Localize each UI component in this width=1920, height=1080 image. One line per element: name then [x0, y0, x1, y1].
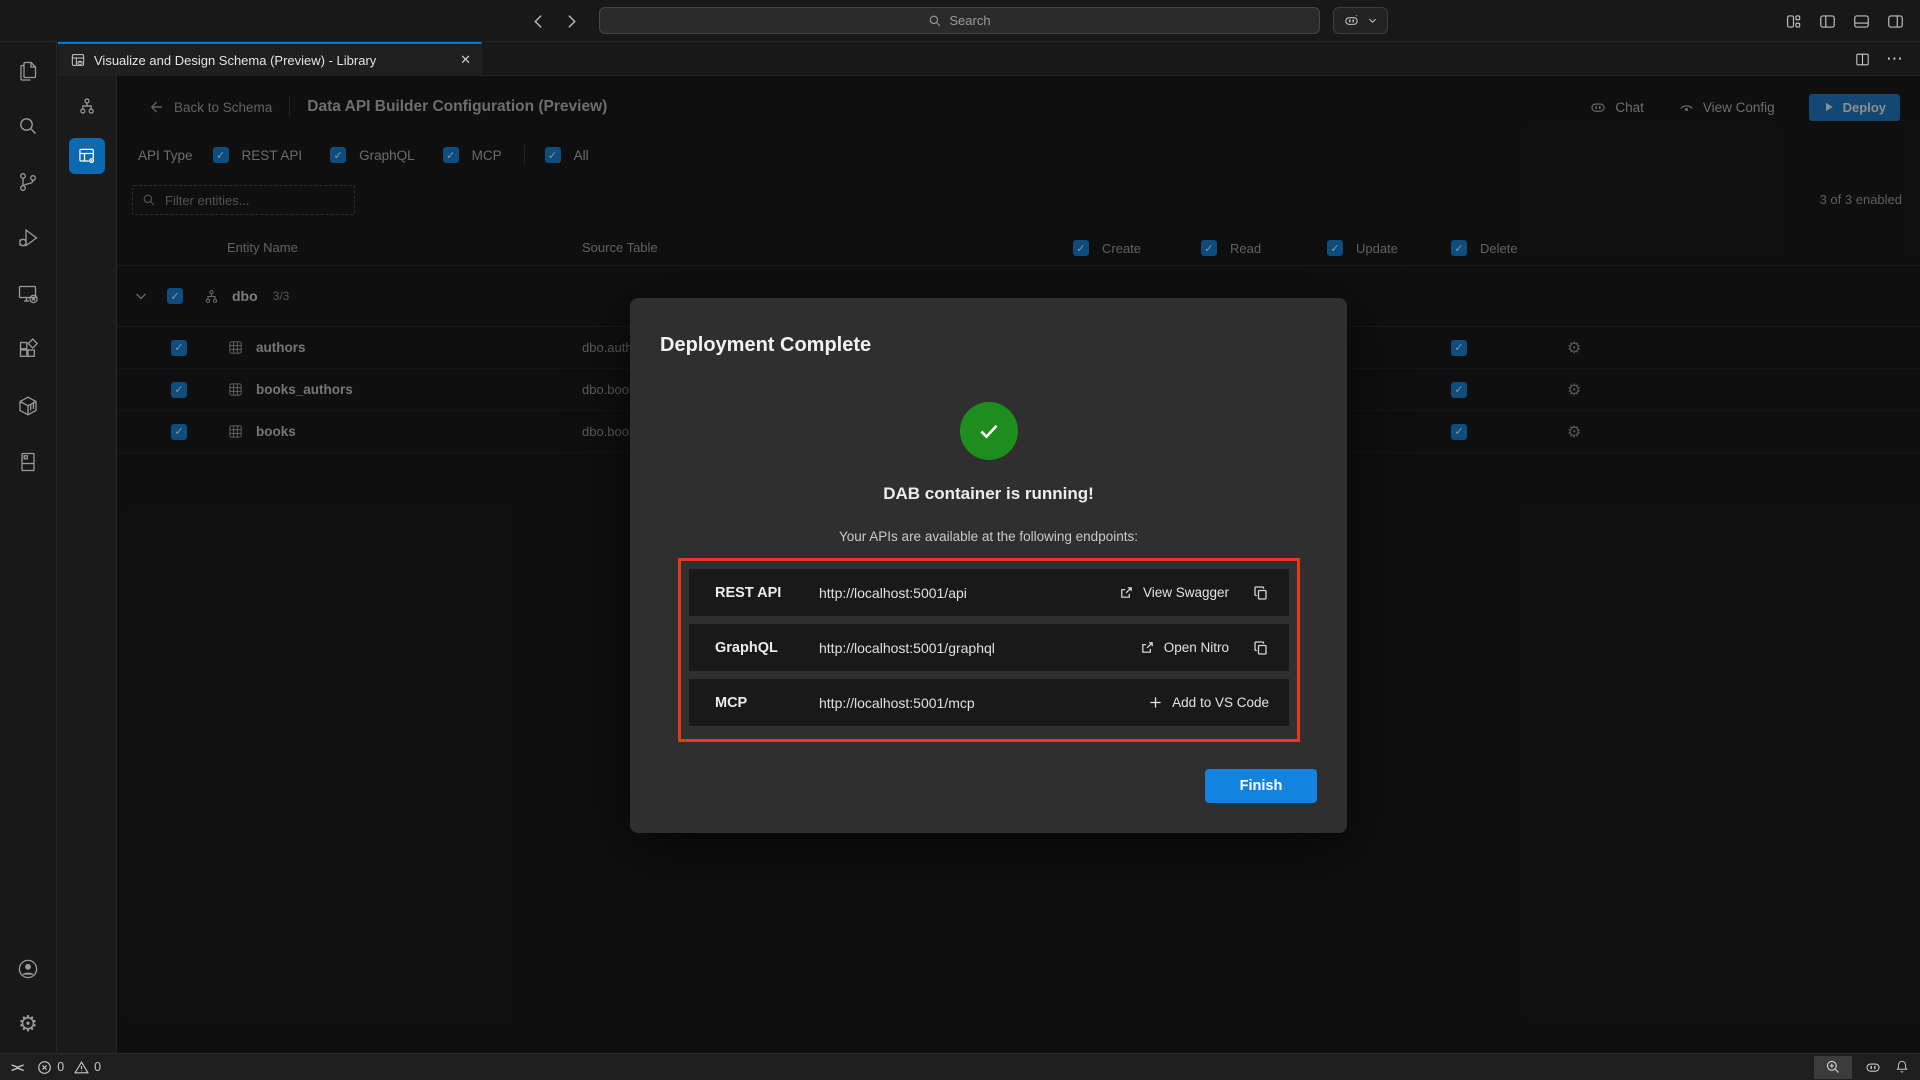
copy-icon[interactable]	[1253, 640, 1269, 656]
error-count: 0	[57, 1060, 64, 1074]
zoom-status-item[interactable]	[1814, 1056, 1852, 1079]
external-link-icon	[1140, 640, 1155, 655]
status-bar-left: >< 0 0	[0, 1060, 101, 1075]
toggle-secondary-sidebar-icon[interactable]	[1886, 12, 1905, 31]
search-view-icon[interactable]	[0, 98, 57, 154]
copilot-icon	[1343, 12, 1360, 29]
history-nav	[530, 0, 580, 42]
endpoint-label: GraphQL	[715, 640, 819, 656]
schema-designer-tab-icon	[70, 52, 86, 68]
editor-tab-bar: Visualize and Design Schema (Preview) - …	[57, 42, 1920, 76]
copy-icon[interactable]	[1253, 585, 1269, 601]
explorer-icon[interactable]	[0, 42, 57, 98]
endpoint-action-label: Open Nitro	[1164, 640, 1229, 655]
activity-bar: ⚙	[0, 42, 57, 1053]
tab-close-icon[interactable]: ✕	[460, 53, 471, 68]
search-icon	[928, 14, 942, 28]
api-builder-view-icon[interactable]	[69, 138, 105, 174]
dialog-message: DAB container is running!	[630, 484, 1347, 504]
success-check-icon	[960, 402, 1018, 460]
warning-icon	[74, 1060, 89, 1075]
extensions-icon[interactable]	[0, 322, 57, 378]
zoom-in-icon	[1825, 1059, 1841, 1075]
endpoint-url: http://localhost:5001/graphql	[819, 640, 1140, 656]
dialog-subtitle: Your APIs are available at the following…	[630, 529, 1347, 544]
container-tools-icon[interactable]	[0, 378, 57, 434]
open-nitro-link[interactable]: Open Nitro	[1140, 640, 1229, 655]
endpoint-action-label: View Swagger	[1143, 585, 1229, 600]
run-debug-icon[interactable]	[0, 210, 57, 266]
layout-controls	[1784, 0, 1905, 42]
endpoint-row-mcp: MCP http://localhost:5001/mcp Add to VS …	[689, 679, 1289, 726]
editor-actions: ⋯	[1854, 42, 1904, 76]
source-control-icon[interactable]	[0, 154, 57, 210]
external-link-icon	[1119, 585, 1134, 600]
settings-gear-icon[interactable]: ⚙	[0, 997, 57, 1053]
add-to-vscode-link[interactable]: Add to VS Code	[1148, 695, 1269, 710]
copilot-status-icon[interactable]	[1864, 1058, 1882, 1076]
status-bar: >< 0 0	[0, 1053, 1920, 1080]
endpoint-url: http://localhost:5001/mcp	[819, 695, 1148, 711]
chevron-down-icon	[1367, 15, 1378, 26]
toggle-sidebar-icon[interactable]	[1818, 12, 1837, 31]
remote-indicator[interactable]: ><	[11, 1060, 22, 1075]
back-arrow-icon[interactable]	[530, 13, 547, 30]
copilot-menu-button[interactable]	[1333, 7, 1388, 34]
tab-label: Visualize and Design Schema (Preview) - …	[94, 53, 376, 68]
plus-icon	[1148, 695, 1163, 710]
designer-toolbar	[57, 76, 117, 1053]
database-projects-icon[interactable]	[0, 434, 57, 490]
tab-visualize-design-schema[interactable]: Visualize and Design Schema (Preview) - …	[58, 42, 482, 76]
notifications-bell-icon[interactable]	[1894, 1059, 1910, 1075]
accounts-icon[interactable]	[0, 941, 57, 997]
endpoint-label: MCP	[715, 695, 819, 711]
more-actions-icon[interactable]: ⋯	[1886, 55, 1904, 64]
view-swagger-link[interactable]: View Swagger	[1119, 585, 1229, 600]
title-bar: Search	[0, 0, 1920, 42]
customize-layout-icon[interactable]	[1784, 12, 1803, 31]
error-icon	[37, 1060, 52, 1075]
deployment-complete-dialog: Deployment Complete DAB container is run…	[630, 298, 1347, 833]
dialog-title: Deployment Complete	[660, 334, 871, 357]
endpoint-row-graphql: GraphQL http://localhost:5001/graphql Op…	[689, 624, 1289, 671]
search-placeholder: Search	[949, 13, 990, 28]
endpoint-label: REST API	[715, 585, 819, 601]
forward-arrow-icon[interactable]	[563, 13, 580, 30]
remote-explorer-icon[interactable]	[0, 266, 57, 322]
problems-indicator[interactable]: 0 0	[37, 1060, 101, 1075]
command-center-search[interactable]: Search	[599, 7, 1320, 34]
finish-button[interactable]: Finish	[1205, 769, 1317, 803]
status-bar-right	[1814, 1056, 1920, 1079]
endpoint-url: http://localhost:5001/api	[819, 585, 1119, 601]
schema-diagram-view-icon[interactable]	[57, 84, 117, 128]
warning-count: 0	[94, 1060, 101, 1074]
endpoints-highlight-box: REST API http://localhost:5001/api View …	[678, 558, 1300, 742]
endpoint-row-rest: REST API http://localhost:5001/api View …	[689, 569, 1289, 616]
toggle-panel-icon[interactable]	[1852, 12, 1871, 31]
split-editor-icon[interactable]	[1854, 51, 1871, 68]
endpoint-action-label: Add to VS Code	[1172, 695, 1269, 710]
